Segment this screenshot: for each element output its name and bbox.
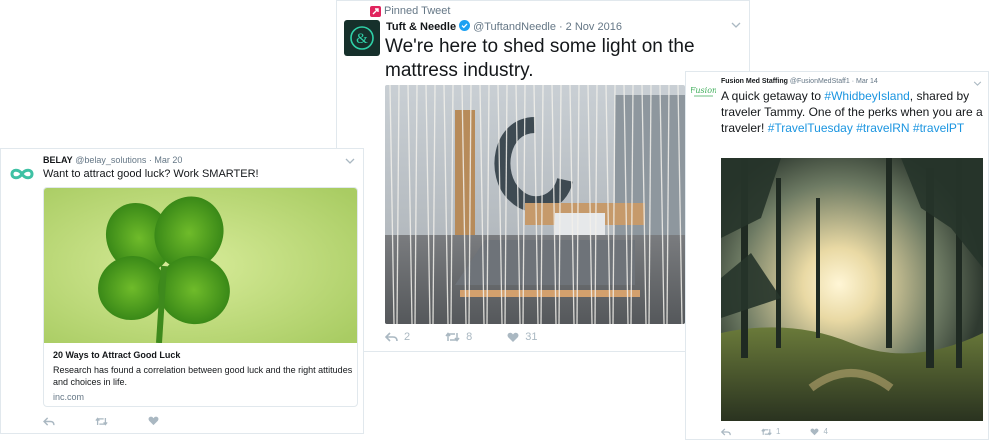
separator: ·	[851, 78, 855, 85]
like-count: 31	[525, 331, 538, 343]
retweet-button[interactable]	[95, 416, 108, 426]
separator: ·	[148, 155, 152, 165]
tweet-belay[interactable]: BELAY @belay_solutions · Mar 20 Want to …	[0, 148, 364, 434]
retweet-icon	[761, 428, 772, 436]
reply-count: 2	[404, 331, 411, 343]
tweet-actions: 2 8 31	[385, 331, 538, 343]
avatar[interactable]: Fusion	[689, 82, 717, 100]
reply-icon	[721, 427, 731, 436]
display-name[interactable]: BELAY	[43, 155, 73, 165]
chevron-down-icon[interactable]	[731, 19, 741, 31]
tweet-fusion-med[interactable]: Fusion Fusion Med Staffing @FusionMedSta…	[685, 71, 989, 440]
pin-icon	[370, 6, 381, 20]
user-handle[interactable]: @FusionMedStaff1	[790, 78, 850, 85]
display-name[interactable]: Fusion Med Staffing	[721, 78, 788, 85]
reply-button[interactable]	[43, 416, 55, 426]
like-button[interactable]: 4	[810, 427, 828, 436]
like-button[interactable]	[148, 416, 159, 426]
tweet-header: Tuft & Needle @TuftandNeedle · 2 Nov 201…	[386, 20, 622, 34]
tweet-actions: 1 4	[721, 427, 828, 436]
retweet-button[interactable]: 1	[761, 427, 780, 436]
pinned-label-row: Pinned Tweet	[370, 5, 451, 17]
link-card-description: Research has found a correlation between…	[53, 365, 353, 387]
link-card-domain[interactable]: inc.com	[53, 392, 84, 402]
svg-text:&: &	[356, 31, 368, 47]
hashtag-link[interactable]: #travelRN	[856, 121, 909, 135]
retweet-button[interactable]: 8	[445, 331, 472, 343]
hashtag-link[interactable]: #travelPT	[913, 121, 964, 135]
retweet-icon	[95, 416, 108, 426]
link-preview-card[interactable]: 20 Ways to Attract Good Luck Research ha…	[43, 187, 358, 407]
like-button[interactable]: 31	[507, 331, 538, 343]
tweet-photo-bedroom[interactable]	[385, 85, 685, 324]
avatar[interactable]	[7, 159, 37, 189]
retweet-icon	[445, 332, 460, 342]
verified-badge-icon	[459, 20, 471, 34]
user-handle[interactable]: @belay_solutions	[75, 155, 146, 165]
tweet-text: A quick getaway to #WhidbeyIsland, share…	[721, 88, 986, 136]
hashtag-link[interactable]: #WhidbeyIsland	[824, 89, 909, 103]
tweet-header: Fusion Med Staffing @FusionMedStaff1 · M…	[721, 78, 878, 85]
user-handle[interactable]: @TuftandNeedle	[473, 21, 556, 33]
retweet-count: 1	[776, 427, 781, 436]
reply-icon	[385, 332, 398, 342]
tweet-date[interactable]: Mar 14	[856, 78, 878, 85]
tweet-actions	[43, 416, 159, 426]
pinned-label: Pinned Tweet	[384, 5, 451, 17]
tweet-date[interactable]: Mar 20	[154, 155, 182, 165]
like-count: 4	[823, 427, 828, 436]
tweet-photo-forest[interactable]	[721, 158, 983, 421]
avatar[interactable]: &	[344, 20, 380, 56]
reply-button[interactable]: 2	[385, 331, 410, 343]
tweet-date[interactable]: 2 Nov 2016	[566, 21, 622, 33]
retweet-count: 8	[466, 331, 473, 343]
separator: ·	[559, 21, 563, 33]
tweet-header: BELAY @belay_solutions · Mar 20	[43, 155, 182, 165]
tweet-text: We're here to shed some light on the mat…	[385, 36, 695, 81]
heart-icon	[148, 416, 159, 426]
tweet-text: Want to attract good luck? Work SMARTER!	[43, 168, 259, 180]
link-card-title[interactable]: 20 Ways to Attract Good Luck	[53, 350, 180, 360]
heart-icon	[810, 428, 819, 436]
hashtag-link[interactable]: #TravelTuesday	[768, 121, 853, 135]
svg-text:Fusion: Fusion	[691, 86, 716, 95]
reply-button[interactable]	[721, 427, 731, 436]
text-segment: A quick getaway to	[721, 89, 825, 103]
chevron-down-icon[interactable]	[345, 155, 355, 167]
clover-image	[44, 188, 357, 343]
reply-icon	[43, 416, 55, 426]
display-name[interactable]: Tuft & Needle	[386, 21, 456, 33]
heart-icon	[507, 332, 519, 343]
